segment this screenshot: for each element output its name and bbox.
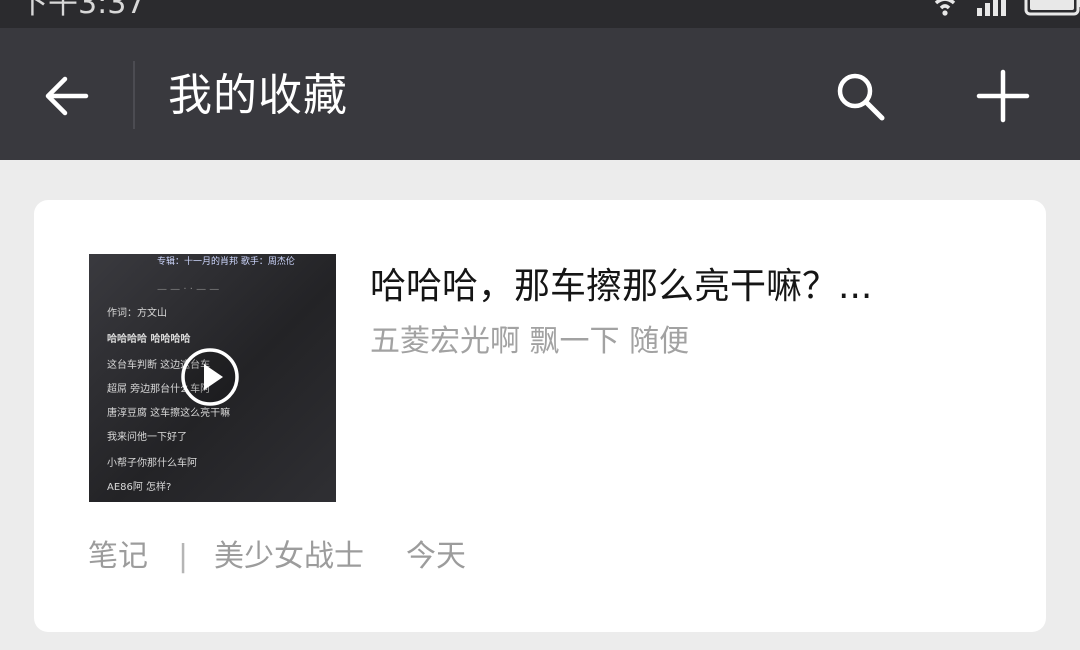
back-arrow-icon xyxy=(45,76,89,116)
favorite-title: 哈哈哈，那车擦那么亮干嘛？... xyxy=(370,266,873,307)
thumbnail-text-line: 作词：方文山 xyxy=(107,308,167,319)
item-type-label: 笔记 xyxy=(88,539,148,574)
favorite-subtitle: 五菱宏光啊 飘一下 随便 xyxy=(370,324,690,359)
favorite-item-card[interactable]: 专辑：十一月的肖邦 歌手：周杰伦 — — · · — — 作词：方文山 哈哈哈哈… xyxy=(34,200,1046,632)
status-bar: 下午3:37 xyxy=(0,0,1080,28)
battery-icon xyxy=(1024,0,1080,16)
thumbnail-text-line: 哈哈哈哈 哈哈哈哈 xyxy=(107,334,191,345)
thumbnail-text-line: — — · · — — xyxy=(157,284,220,295)
add-button[interactable] xyxy=(968,64,1038,128)
app-bar: 我的收藏 xyxy=(0,28,1080,160)
video-thumbnail[interactable]: 专辑：十一月的肖邦 歌手：周杰伦 — — · · — — 作词：方文山 哈哈哈哈… xyxy=(89,254,336,502)
status-time: 下午3:37 xyxy=(18,0,146,21)
search-button[interactable] xyxy=(826,64,894,128)
signal-icon xyxy=(977,0,1006,16)
thumbnail-text-line: 专辑：十一月的肖邦 歌手：周杰伦 xyxy=(157,257,295,267)
page-title: 我的收藏 xyxy=(168,70,348,121)
item-source: 美少女战士 xyxy=(214,539,364,574)
item-date: 今天 xyxy=(406,539,466,574)
thumbnail-text-line: 我来问他一下好了 xyxy=(107,432,187,443)
meta-separator: | xyxy=(178,539,189,574)
thumbnail-text-line: 唐淳豆腐 这车擦这么亮干嘛 xyxy=(107,408,231,419)
search-icon xyxy=(837,73,885,121)
thumbnail-text-line: AE86阿 怎样? xyxy=(107,482,172,493)
play-icon[interactable] xyxy=(180,347,240,407)
app-bar-divider xyxy=(133,61,135,129)
wifi-icon xyxy=(934,0,956,16)
back-button[interactable] xyxy=(30,64,102,128)
thumbnail-text-line: 小帮子你那什么车阿 xyxy=(107,458,197,469)
plus-icon xyxy=(976,69,1030,123)
